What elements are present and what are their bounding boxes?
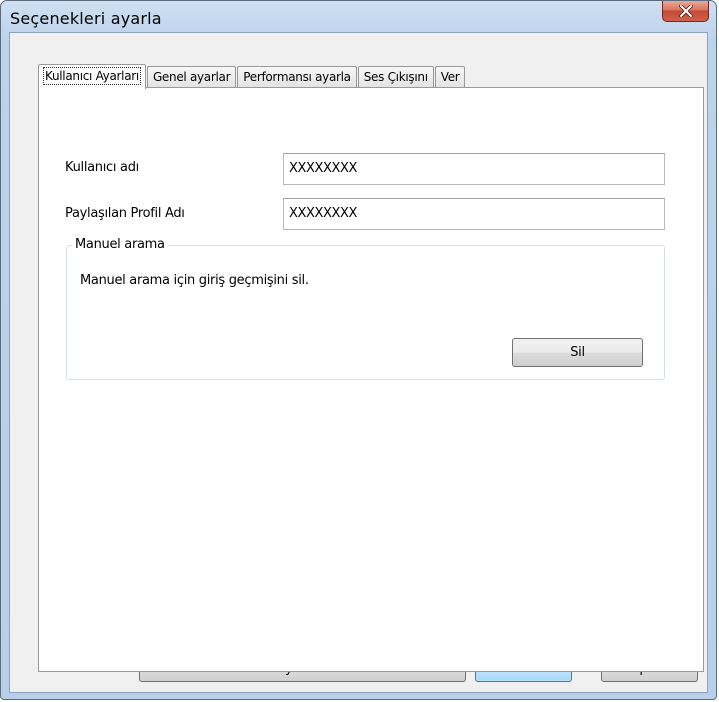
manual-search-description: Manuel arama için giriş geçmişini sil. xyxy=(80,273,309,288)
window-title: Seçenekleri ayarla xyxy=(10,9,162,28)
dialog-client-area: Kullanıcı Ayarları Genel ayarlar Perform… xyxy=(9,32,708,693)
delete-history-button[interactable]: Sil xyxy=(512,338,643,367)
tab-performance-settings[interactable]: Performansı ayarla xyxy=(237,66,357,88)
tab-ver[interactable]: Ver xyxy=(434,66,466,88)
tab-label: Kullanıcı Ayarları xyxy=(43,67,141,85)
username-field[interactable]: XXXXXXXX xyxy=(283,153,665,185)
close-button[interactable] xyxy=(662,1,709,22)
username-label: Kullanıcı adı xyxy=(65,160,139,175)
settings-dialog: Seçenekleri ayarla Kullanıcı Ayarları Ge… xyxy=(0,0,717,700)
shared-profile-name-label: Paylaşılan Profil Adı xyxy=(65,206,185,221)
tab-strip: Kullanıcı Ayarları Genel ayarlar Perform… xyxy=(38,64,466,89)
manual-search-legend: Manuel arama xyxy=(72,237,168,252)
tab-label: Ver xyxy=(440,70,460,84)
user-settings-panel: Kullanıcı adı XXXXXXXX Paylaşılan Profil… xyxy=(38,87,704,672)
tab-user-settings[interactable]: Kullanıcı Ayarları xyxy=(38,64,146,89)
close-icon xyxy=(678,5,693,17)
tab-label: Performansı ayarla xyxy=(243,70,351,84)
tab-general-settings[interactable]: Genel ayarlar xyxy=(146,66,237,88)
manual-search-group: Manuel arama Manuel arama için giriş geç… xyxy=(66,237,665,380)
tab-audio-output[interactable]: Ses Çıkışını xyxy=(357,66,434,88)
tab-label: Genel ayarlar xyxy=(152,70,231,84)
shared-profile-name-field[interactable]: XXXXXXXX xyxy=(283,198,665,230)
tab-label: Ses Çıkışını xyxy=(363,70,428,84)
